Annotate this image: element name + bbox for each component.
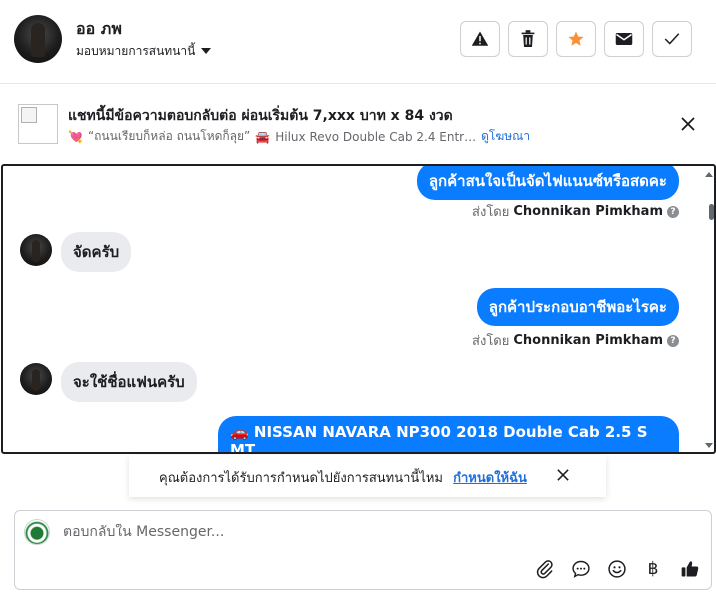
chevron-down-icon (201, 47, 212, 54)
baht-icon[interactable]: ฿ (641, 557, 665, 581)
ad-title: แชทนี้มีข้อความตอบกลับต่อ ผ่อนเริ่มต้น 7… (68, 108, 453, 124)
message-bubble-outgoing[interactable]: ลูกค้าสนใจเป็นจัดไฟแนนซ์หรือสดคะ (416, 166, 679, 200)
ad-product: Hilux Revo Double Cab 2.4 Entr… (275, 129, 477, 144)
sent-by-label: ส่งโดย Chonnikan Pimkham ? (472, 330, 679, 351)
heart-emoji: 💘 (68, 129, 83, 144)
sent-by-prefix: ส่งโดย (472, 205, 510, 220)
scroll-down-arrow[interactable] (705, 443, 713, 448)
trash-icon (521, 30, 535, 47)
car-emoji: 🚘 (255, 129, 271, 144)
sent-by-label: ส่งโดย Chonnikan Pimkham ? (472, 201, 679, 222)
ad-subtitle: 💘 “ถนนเรียบก็หล่อ ถนนโหดก็ลุย” 🚘 Hilux R… (68, 127, 530, 146)
reply-input[interactable] (63, 524, 663, 540)
ad-snippet: “ถนนเรียบก็หล่อ ถนนโหดก็ลุย” (87, 129, 251, 143)
star-icon (568, 31, 584, 46)
like-button[interactable] (678, 557, 702, 581)
assign-to-me-link[interactable]: กำหนดให้ฉัน (453, 471, 527, 486)
sent-by-prefix: ส่งโดย (472, 334, 510, 349)
attach-button[interactable] (533, 557, 557, 581)
view-ad-link[interactable]: ดูโฆษณา (481, 127, 530, 146)
customer-avatar-small (20, 363, 52, 395)
chat-bubble-icon (572, 560, 590, 578)
scrollbar[interactable] (704, 166, 714, 452)
assign-label: มอบหมายการสนทนานี้ (76, 44, 196, 58)
warning-icon (471, 31, 489, 46)
thumbs-up-icon (681, 561, 699, 577)
message-bubble-outgoing[interactable]: 🚗 NISSAN NAVARA NP300 2018 Double Cab 2.… (218, 416, 679, 452)
help-icon[interactable]: ? (667, 205, 679, 218)
scroll-up-arrow[interactable] (705, 172, 713, 177)
assign-reminder-banner: คุณต้องการได้รับการกำหนดไปยังการสนทนานี้… (129, 455, 606, 497)
message-composer: ฿ (14, 510, 712, 590)
saved-replies-button[interactable] (569, 557, 593, 581)
reminder-message: คุณต้องการได้รับการกำหนดไปยังการสนทนานี้… (159, 471, 443, 486)
reminder-text: คุณต้องการได้รับการกำหนดไปยังการสนทนานี้… (159, 467, 527, 488)
close-icon (681, 117, 695, 131)
conversation-header: ออ ภพ มอบหมายการสนทนานี้ (0, 0, 716, 84)
sender-name: Chonnikan Pimkham (513, 204, 663, 219)
star-button[interactable] (556, 21, 596, 57)
check-icon (664, 33, 680, 45)
close-reminder-button[interactable] (553, 465, 573, 485)
sender-name: Chonnikan Pimkham (513, 333, 663, 348)
mark-done-button[interactable] (652, 21, 692, 57)
emoji-button[interactable] (605, 557, 629, 581)
scrollbar-thumb[interactable] (709, 204, 714, 220)
customer-avatar-small (20, 234, 52, 266)
close-icon (557, 469, 569, 481)
customer-avatar[interactable] (14, 15, 62, 63)
ad-context-bar: แชทนี้มีข้อความตอบกลับต่อ ผ่อนเริ่มต้น 7… (0, 84, 716, 164)
paperclip-icon (536, 560, 553, 579)
message-bubble-incoming[interactable]: จะใช้ชื่อแฟนครับ (61, 362, 197, 402)
smiley-icon (608, 560, 626, 578)
assign-dropdown[interactable]: มอบหมายการสนทนานี้ (76, 42, 212, 61)
message-bubble-incoming[interactable]: จัดครับ (61, 232, 132, 272)
message-bubble-outgoing[interactable]: ลูกค้าประกอบอาชีพอะไรคะ (476, 288, 679, 326)
mark-unread-button[interactable] (604, 21, 644, 57)
close-ad-button[interactable] (676, 112, 700, 136)
help-icon[interactable]: ? (667, 334, 679, 347)
message-thread[interactable]: ลูกค้าสนใจเป็นจัดไฟแนนซ์หรือสดคะ ส่งโดย … (1, 164, 716, 454)
delete-button[interactable] (508, 21, 548, 57)
customer-name[interactable]: ออ ภพ (76, 17, 122, 42)
mark-spam-button[interactable] (460, 21, 500, 57)
page-logo-avatar (24, 519, 50, 545)
ad-thumbnail[interactable] (18, 104, 58, 144)
envelope-icon (615, 33, 633, 45)
